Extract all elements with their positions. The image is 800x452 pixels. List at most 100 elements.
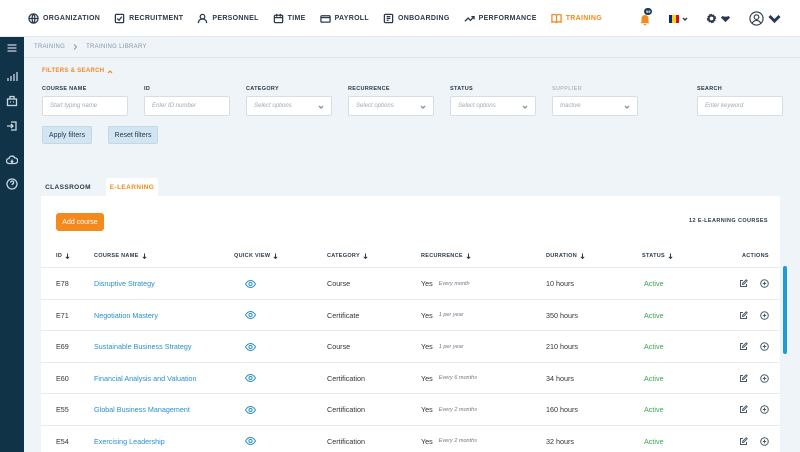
category-select[interactable]: Select options xyxy=(246,96,332,116)
add-circle-button[interactable] xyxy=(760,331,769,363)
course-name-link[interactable]: Disruptive Strategy xyxy=(94,268,155,300)
course-name-link[interactable]: Sustainable Business Strategy xyxy=(94,331,192,363)
quick-view-button[interactable] xyxy=(245,331,256,363)
course-category: Certification xyxy=(327,436,365,446)
column-header-status[interactable]: STATUS xyxy=(642,253,673,259)
edit-button[interactable] xyxy=(739,426,748,452)
breadcrumb: TRAINING TRAINING LIBRARY xyxy=(24,37,800,58)
add-circle-button[interactable] xyxy=(760,426,769,452)
plus-circle-icon xyxy=(760,373,769,383)
chevron-down-icon xyxy=(420,105,426,109)
chevron-right-icon xyxy=(73,44,78,50)
nav-training[interactable]: TRAINING xyxy=(551,13,602,24)
filters-toggle[interactable]: FILTERS & SEARCH xyxy=(42,68,113,74)
apply-filters-button[interactable]: Apply filters xyxy=(42,126,92,144)
column-header-id[interactable]: ID xyxy=(56,253,70,259)
menu-button[interactable] xyxy=(6,41,18,53)
add-circle-button[interactable] xyxy=(760,268,769,300)
status-select[interactable]: Select options xyxy=(450,96,536,116)
course-name-input[interactable]: Start typing name xyxy=(42,96,128,116)
sidebar-help[interactable] xyxy=(6,177,18,190)
nav-performance[interactable]: PERFORMANCE xyxy=(464,13,537,24)
nav-training-label: TRAINING xyxy=(565,14,602,22)
sidebar-login[interactable] xyxy=(6,119,18,131)
breadcrumb-training[interactable]: TRAINING xyxy=(34,44,65,50)
edit-button[interactable] xyxy=(739,268,748,300)
column-header-course-name[interactable]: COURSE NAME xyxy=(94,253,147,259)
hamburger-icon xyxy=(7,44,17,52)
recurrence-value: Yes xyxy=(421,279,433,289)
filter-status-label: STATUS xyxy=(450,86,473,92)
edit-icon xyxy=(740,342,748,351)
language-selector[interactable] xyxy=(669,14,688,23)
column-header-duration[interactable]: DURATION xyxy=(546,253,585,259)
course-id: E71 xyxy=(56,310,69,320)
column-header-quick-view[interactable]: QUICK VIEW xyxy=(234,253,278,259)
scrollbar-thumb[interactable] xyxy=(783,266,787,354)
table-row: E54 Exercising Leadership Certification Yes… xyxy=(41,424,780,452)
recurrence-value: Yes xyxy=(421,310,433,320)
sort-arrow-icon xyxy=(65,253,70,259)
globe-icon xyxy=(28,12,39,24)
settings-menu[interactable] xyxy=(706,13,731,24)
edit-button[interactable] xyxy=(739,394,748,426)
course-name-link[interactable]: Negotiation Mastery xyxy=(94,300,158,332)
bar-chart-icon xyxy=(7,72,18,81)
course-duration: 160 hours xyxy=(546,405,578,415)
filter-course-name: COURSE NAME Start typing name xyxy=(42,86,128,116)
sort-arrow-icon xyxy=(273,253,278,259)
reset-filters-button[interactable]: Reset filters xyxy=(108,126,158,144)
nav-payroll[interactable]: PAYROLL xyxy=(319,13,369,24)
quick-view-button[interactable] xyxy=(245,300,256,332)
nav-organization[interactable]: ORGANIZATION xyxy=(28,12,100,24)
edit-button[interactable] xyxy=(739,331,748,363)
edit-button[interactable] xyxy=(739,300,748,332)
eye-icon xyxy=(245,374,256,383)
book-icon xyxy=(551,13,562,23)
sidebar-reports[interactable] xyxy=(6,70,18,82)
id-input[interactable]: Enter ID number xyxy=(144,96,230,116)
sidebar-organization[interactable] xyxy=(6,94,18,107)
plus-circle-icon xyxy=(760,436,769,446)
cloud-icon xyxy=(5,155,19,165)
search-input[interactable]: Enter keyword xyxy=(697,96,783,116)
tab-classroom[interactable]: CLASSROOM xyxy=(40,178,96,196)
plus-circle-icon xyxy=(760,279,769,289)
course-id: E60 xyxy=(56,373,69,383)
edit-button[interactable] xyxy=(739,363,748,395)
add-circle-button[interactable] xyxy=(760,394,769,426)
recurrence-select[interactable]: Select options xyxy=(348,96,434,116)
course-recurrence: Yes Every month xyxy=(421,268,470,300)
add-circle-button[interactable] xyxy=(760,300,769,332)
notifications-button[interactable]: 99 xyxy=(639,7,653,25)
nav-recruitment[interactable]: RECRUITMENT xyxy=(114,13,183,24)
course-name-link[interactable]: Global Business Management xyxy=(94,394,190,426)
breadcrumb-training-library: TRAINING LIBRARY xyxy=(86,44,147,50)
nav-time[interactable]: TIME xyxy=(273,13,306,24)
checklist-icon xyxy=(114,13,125,23)
column-header-category[interactable]: CATEGORY xyxy=(327,253,368,259)
add-circle-button[interactable] xyxy=(760,363,769,395)
quick-view-button[interactable] xyxy=(245,268,256,300)
filters-title: FILTERS & SEARCH xyxy=(42,68,105,74)
column-header-recurrence[interactable]: RECURRENCE xyxy=(421,253,471,259)
course-id: E78 xyxy=(56,279,69,289)
quick-view-button[interactable] xyxy=(245,426,256,452)
add-course-button[interactable]: Add course xyxy=(56,213,104,231)
quick-view-button[interactable] xyxy=(245,363,256,395)
plus-circle-icon xyxy=(760,405,769,415)
login-icon xyxy=(7,121,17,131)
quick-view-button[interactable] xyxy=(245,394,256,426)
supplier-select[interactable]: Inactive xyxy=(552,96,638,116)
course-recurrence: Yes Every 2 months xyxy=(421,426,477,452)
nav-onboarding[interactable]: ONBOARDING xyxy=(383,13,450,24)
nav-personnel[interactable]: PERSONNEL xyxy=(197,13,258,24)
nav-performance-label: PERFORMANCE xyxy=(478,14,537,22)
sort-arrow-icon xyxy=(668,253,673,259)
course-name-link[interactable]: Exercising Leadership xyxy=(94,426,165,452)
course-name-link[interactable]: Financial Analysis and Valuation xyxy=(94,363,197,395)
user-menu[interactable] xyxy=(749,11,782,26)
course-id: E55 xyxy=(56,405,69,415)
sidebar-cloud[interactable] xyxy=(5,153,19,165)
tab-e-learning[interactable]: E-LEARNING xyxy=(106,178,158,196)
